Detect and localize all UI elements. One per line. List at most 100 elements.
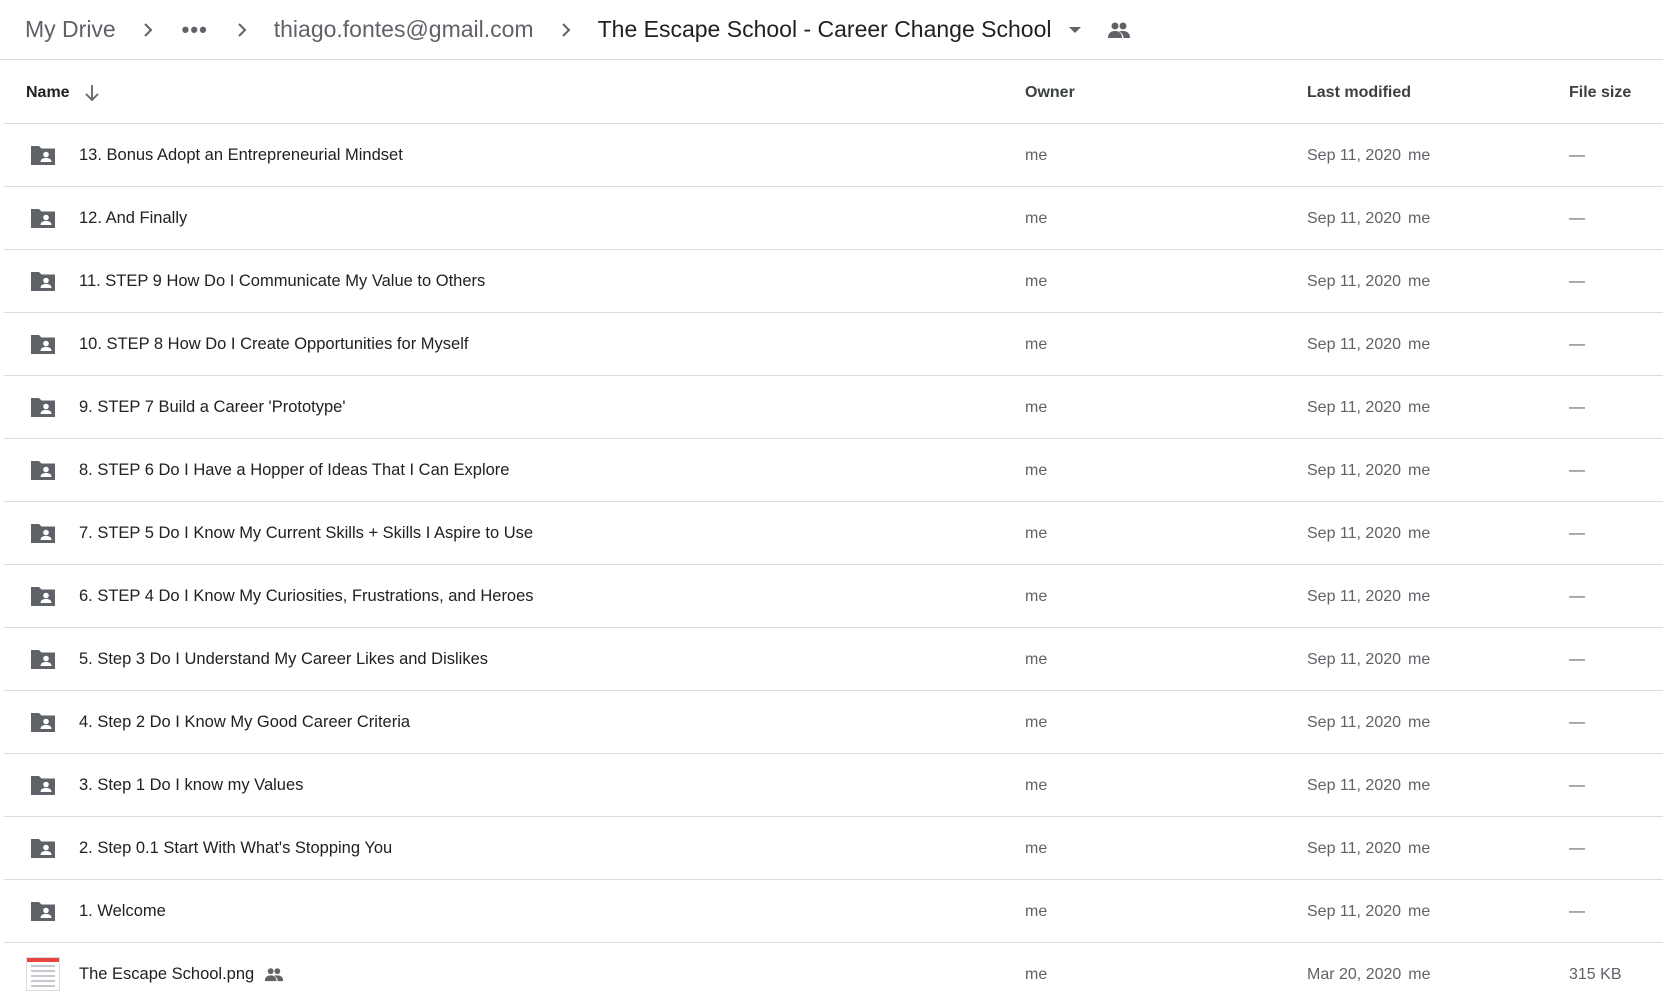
modified-date: Sep 11, 2020 bbox=[1307, 461, 1402, 479]
modified-date: Sep 11, 2020 bbox=[1307, 839, 1402, 857]
chevron-right-icon bbox=[133, 15, 163, 45]
file-list: 13. Bonus Adopt an Entrepreneurial Minds… bbox=[4, 124, 1663, 1006]
file-row[interactable]: 4. Step 2 Do I Know My Good Career Crite… bbox=[4, 691, 1663, 754]
shared-people-icon[interactable] bbox=[1105, 16, 1133, 44]
column-header-file-size[interactable]: File size bbox=[1569, 62, 1631, 124]
file-owner: me bbox=[1025, 587, 1048, 605]
column-header-row: Name Owner Last modified File size bbox=[4, 62, 1663, 124]
column-header-last-modified[interactable]: Last modified bbox=[1307, 62, 1411, 124]
modified-date: Sep 11, 2020 bbox=[1307, 209, 1402, 227]
file-last-modified: Sep 11, 2020 me bbox=[1307, 376, 1430, 439]
shared-folder-icon bbox=[28, 833, 58, 863]
file-owner: me bbox=[1025, 650, 1048, 668]
file-size: — bbox=[1569, 272, 1585, 290]
breadcrumb-my-drive[interactable]: My Drive bbox=[25, 16, 116, 43]
file-row[interactable]: 5. Step 3 Do I Understand My Career Like… bbox=[4, 628, 1663, 691]
shared-folder-icon bbox=[28, 644, 58, 674]
file-row[interactable]: 1. Welcome me Sep 11, 2020 me — bbox=[4, 880, 1663, 943]
sort-arrow-down-icon[interactable] bbox=[84, 83, 104, 103]
column-header-owner[interactable]: Owner bbox=[1025, 62, 1075, 124]
breadcrumb-account[interactable]: thiago.fontes@gmail.com bbox=[274, 16, 534, 43]
file-row[interactable]: 9. STEP 7 Build a Career 'Prototype' me … bbox=[4, 376, 1663, 439]
shared-people-icon bbox=[264, 967, 284, 982]
file-row[interactable]: 3. Step 1 Do I know my Values me Sep 11,… bbox=[4, 754, 1663, 817]
file-row[interactable]: The Escape School.png me Mar 20, 2020 me … bbox=[4, 943, 1663, 1006]
chevron-right-icon bbox=[227, 15, 257, 45]
file-row[interactable]: 6. STEP 4 Do I Know My Curiosities, Frus… bbox=[4, 565, 1663, 628]
file-name: 7. STEP 5 Do I Know My Current Skills + … bbox=[79, 524, 534, 542]
file-last-modified: Sep 11, 2020 me bbox=[1307, 817, 1430, 880]
modified-by: me bbox=[1408, 713, 1431, 731]
file-owner: me bbox=[1025, 335, 1048, 353]
modified-by: me bbox=[1408, 839, 1431, 857]
dropdown-arrow-icon[interactable] bbox=[1063, 18, 1087, 42]
file-last-modified: Sep 11, 2020 me bbox=[1307, 880, 1430, 943]
modified-date: Sep 11, 2020 bbox=[1307, 272, 1402, 290]
modified-by: me bbox=[1408, 965, 1431, 983]
file-last-modified: Sep 11, 2020 me bbox=[1307, 754, 1430, 817]
file-size: — bbox=[1569, 461, 1585, 479]
file-size: — bbox=[1569, 776, 1585, 794]
image-thumbnail-icon bbox=[26, 957, 60, 991]
file-row[interactable]: 8. STEP 6 Do I Have a Hopper of Ideas Th… bbox=[4, 439, 1663, 502]
file-name: 8. STEP 6 Do I Have a Hopper of Ideas Th… bbox=[79, 461, 510, 479]
modified-by: me bbox=[1408, 776, 1431, 794]
shared-folder-icon bbox=[28, 455, 58, 485]
shared-folder-icon bbox=[28, 266, 58, 296]
file-size: — bbox=[1569, 146, 1585, 164]
file-owner: me bbox=[1025, 398, 1048, 416]
file-size: 315 KB bbox=[1569, 965, 1622, 983]
file-last-modified: Sep 11, 2020 me bbox=[1307, 313, 1430, 376]
file-size: — bbox=[1569, 902, 1585, 920]
shared-folder-icon bbox=[28, 770, 58, 800]
breadcrumb-overflow-button[interactable]: ••• bbox=[180, 17, 210, 43]
modified-by: me bbox=[1408, 461, 1431, 479]
modified-date: Mar 20, 2020 bbox=[1307, 965, 1402, 983]
file-owner: me bbox=[1025, 524, 1048, 542]
file-size: — bbox=[1569, 650, 1585, 668]
file-row[interactable]: 12. And Finally me Sep 11, 2020 me — bbox=[4, 187, 1663, 250]
file-last-modified: Sep 11, 2020 me bbox=[1307, 628, 1430, 691]
file-last-modified: Mar 20, 2020 me bbox=[1307, 943, 1431, 1006]
file-row[interactable]: 10. STEP 8 How Do I Create Opportunities… bbox=[4, 313, 1663, 376]
modified-by: me bbox=[1408, 398, 1431, 416]
shared-folder-icon bbox=[28, 896, 58, 926]
file-row[interactable]: 7. STEP 5 Do I Know My Current Skills + … bbox=[4, 502, 1663, 565]
file-owner: me bbox=[1025, 839, 1048, 857]
file-size: — bbox=[1569, 335, 1585, 353]
modified-date: Sep 11, 2020 bbox=[1307, 587, 1402, 605]
modified-by: me bbox=[1408, 902, 1431, 920]
file-name: 5. Step 3 Do I Understand My Career Like… bbox=[79, 650, 489, 668]
file-row[interactable]: 13. Bonus Adopt an Entrepreneurial Minds… bbox=[4, 124, 1663, 187]
file-size: — bbox=[1569, 587, 1585, 605]
file-last-modified: Sep 11, 2020 me bbox=[1307, 187, 1430, 250]
file-name: 2. Step 0.1 Start With What's Stopping Y… bbox=[79, 839, 393, 857]
file-row[interactable]: 2. Step 0.1 Start With What's Stopping Y… bbox=[4, 817, 1663, 880]
shared-folder-icon bbox=[28, 329, 58, 359]
file-name: 13. Bonus Adopt an Entrepreneurial Minds… bbox=[79, 146, 403, 164]
file-last-modified: Sep 11, 2020 me bbox=[1307, 691, 1430, 754]
modified-date: Sep 11, 2020 bbox=[1307, 713, 1402, 731]
modified-date: Sep 11, 2020 bbox=[1307, 902, 1402, 920]
file-last-modified: Sep 11, 2020 me bbox=[1307, 565, 1430, 628]
file-owner: me bbox=[1025, 146, 1048, 164]
modified-date: Sep 11, 2020 bbox=[1307, 524, 1402, 542]
file-name: The Escape School.png bbox=[79, 965, 255, 983]
modified-by: me bbox=[1408, 524, 1431, 542]
column-header-name-label: Name bbox=[26, 84, 70, 101]
shared-folder-icon bbox=[28, 392, 58, 422]
file-size: — bbox=[1569, 398, 1585, 416]
file-size: — bbox=[1569, 209, 1585, 227]
column-header-name[interactable]: Name bbox=[26, 62, 104, 124]
breadcrumb-current-folder[interactable]: The Escape School - Career Change School bbox=[598, 16, 1052, 43]
file-owner: me bbox=[1025, 776, 1048, 794]
shared-folder-icon bbox=[28, 707, 58, 737]
chevron-right-icon bbox=[551, 15, 581, 45]
shared-folder-icon bbox=[28, 518, 58, 548]
file-last-modified: Sep 11, 2020 me bbox=[1307, 124, 1430, 187]
modified-by: me bbox=[1408, 587, 1431, 605]
file-row[interactable]: 11. STEP 9 How Do I Communicate My Value… bbox=[4, 250, 1663, 313]
shared-folder-icon bbox=[28, 140, 58, 170]
modified-by: me bbox=[1408, 146, 1431, 164]
modified-date: Sep 11, 2020 bbox=[1307, 776, 1402, 794]
